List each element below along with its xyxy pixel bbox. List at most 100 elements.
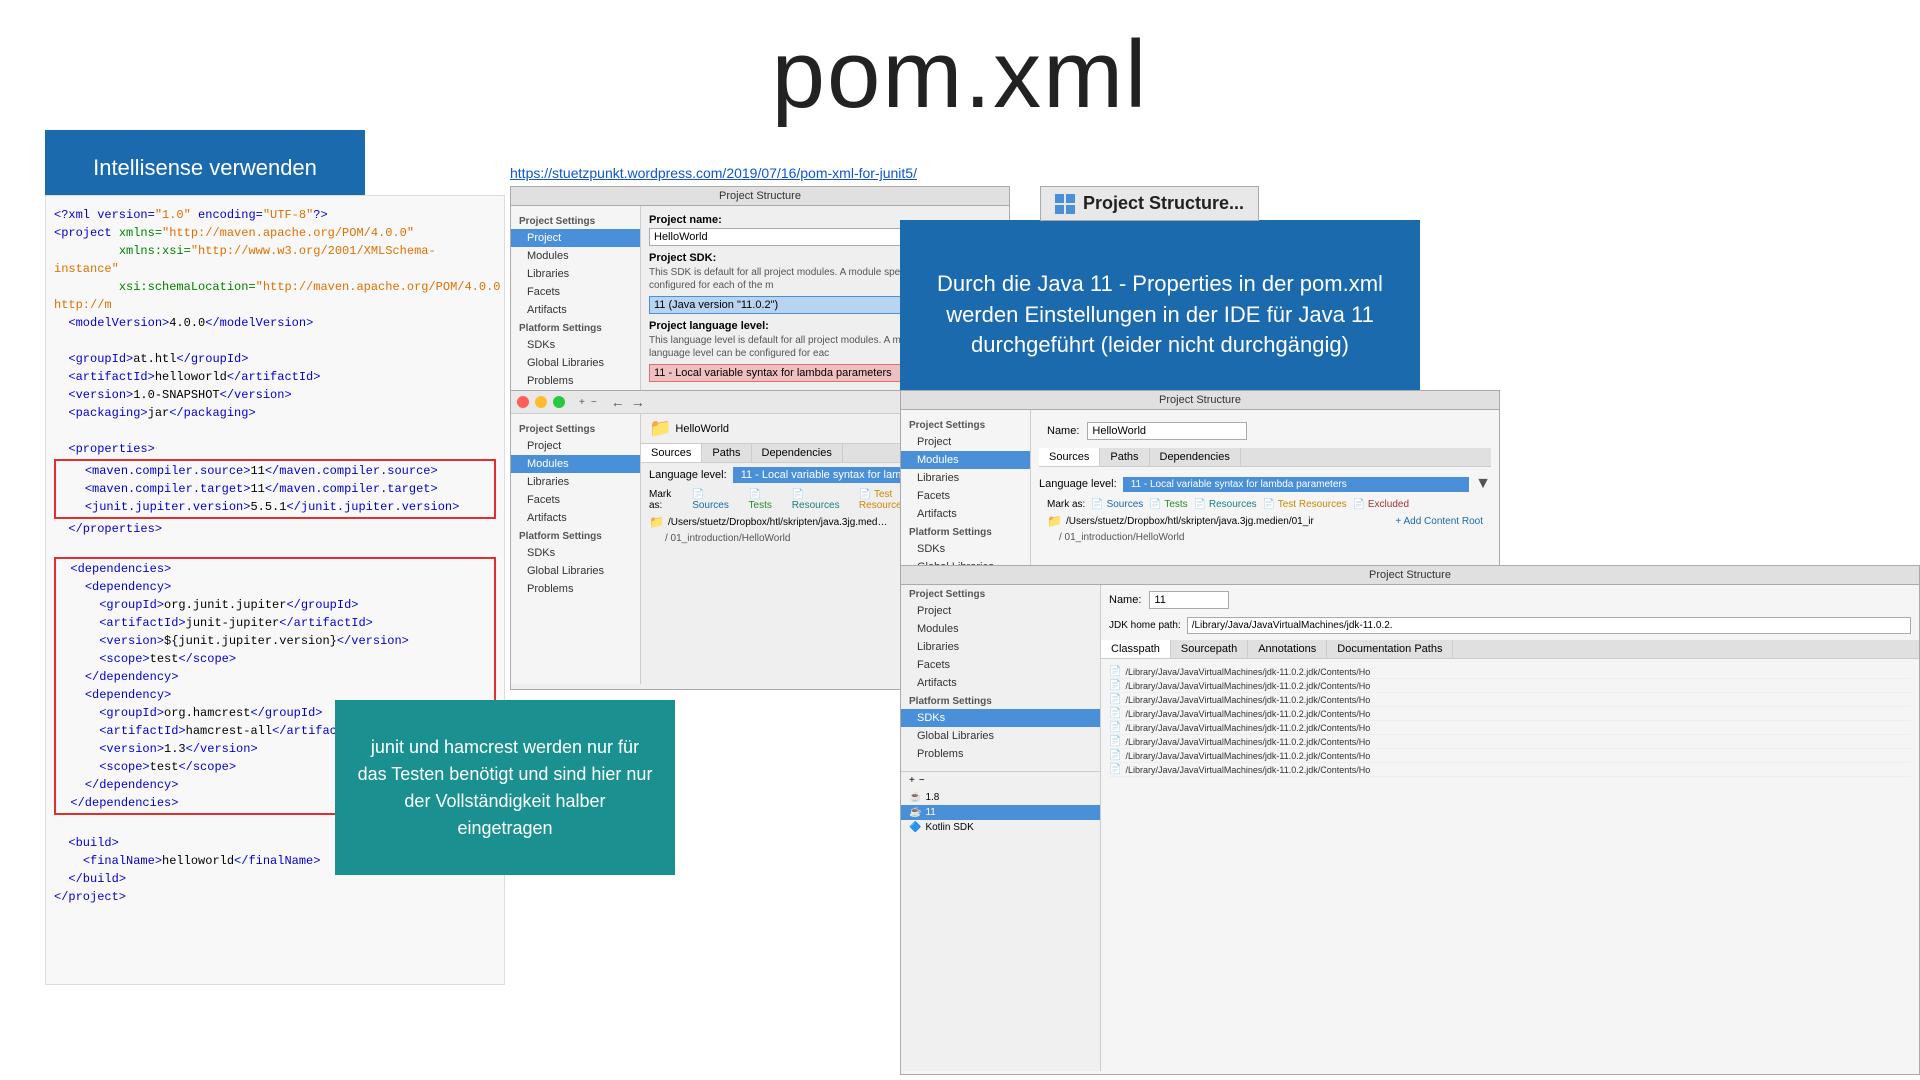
name-label-3: Name: (1047, 425, 1079, 437)
path-item-4: 📄 /Library/Java/JavaVirtualMachines/jdk-… (1109, 707, 1911, 721)
sdk-name-label: Name: (1109, 594, 1141, 606)
sidebar-modules[interactable]: Modules (511, 247, 640, 265)
add-content-root-3[interactable]: + Add Content Root (1395, 516, 1483, 527)
sdk-minus[interactable]: − (919, 775, 925, 786)
sidebar-facets-2[interactable]: Facets (511, 491, 640, 509)
sidebar-project-3[interactable]: Project (901, 433, 1030, 451)
ps-titlebar-1: Project Structure (511, 187, 1009, 206)
mark-tests-3[interactable]: 📄 Tests (1149, 499, 1187, 510)
sidebar-modules-4[interactable]: Modules (901, 620, 1100, 638)
sidebar-libraries-4[interactable]: Libraries (901, 638, 1100, 656)
intellisense-label: Intellisense verwenden (93, 155, 317, 181)
arrow-right[interactable]: → (631, 394, 645, 410)
sidebar-facets-3[interactable]: Facets (901, 487, 1030, 505)
module-tree-icon: 📁 (649, 418, 671, 439)
tab-annotations[interactable]: Annotations (1248, 640, 1327, 658)
project-settings-section-2: Project Settings (511, 420, 640, 437)
tab-deps-3[interactable]: Dependencies (1150, 448, 1241, 466)
sidebar-modules-3[interactable]: Modules (901, 451, 1030, 469)
sidebar-project-2[interactable]: Project (511, 437, 640, 455)
sidebar-problems[interactable]: Problems (511, 372, 640, 390)
tab-paths-3[interactable]: Paths (1100, 448, 1149, 466)
sidebar-facets-4[interactable]: Facets (901, 656, 1100, 674)
lang-val-3[interactable]: 11 - Local variable syntax for lambda pa… (1123, 477, 1469, 492)
arrow-left[interactable]: ← (611, 394, 625, 410)
sdk-plus[interactable]: + (909, 775, 915, 786)
mark-resources-3[interactable]: 📄 Resources (1194, 499, 1257, 510)
sidebar-sdks-3[interactable]: SDKs (901, 540, 1030, 558)
sidebar-problems-4[interactable]: Problems (901, 745, 1100, 763)
sdk-item-1[interactable]: ☕ 1.8 (901, 790, 1100, 805)
sidebar-artifacts-2[interactable]: Artifacts (511, 509, 640, 527)
path-item-6: 📄 /Library/Java/JavaVirtualMachines/jdk-… (1109, 735, 1911, 749)
mark-tests[interactable]: 📄 Tests (749, 489, 786, 511)
path-val-3: /Library/Java/JavaVirtualMachines/jdk-11… (1125, 695, 1370, 705)
sidebar-project-4[interactable]: Project (901, 602, 1100, 620)
mark-sources[interactable]: 📄 Sources (692, 489, 742, 511)
plus-btn[interactable]: + (579, 397, 585, 408)
platform-settings-section-2: Platform Settings (511, 527, 640, 544)
path-icon-3: 📄 (1109, 694, 1121, 705)
path-icon-5: 📄 (1109, 722, 1121, 733)
tab-sources[interactable]: Sources (641, 444, 702, 462)
sidebar-artifacts-4[interactable]: Artifacts (901, 674, 1100, 692)
sdk-label-3: Kotlin SDK (925, 822, 973, 833)
blog-link[interactable]: https://stuetzpunkt.wordpress.com/2019/0… (510, 165, 917, 181)
minimize-btn[interactable] (535, 396, 547, 408)
sidebar-global-libraries-2[interactable]: Global Libraries (511, 562, 640, 580)
ps-title-bar-right: Project Structure... (1040, 186, 1259, 221)
sidebar-libraries-2[interactable]: Libraries (511, 473, 640, 491)
tab-deps[interactable]: Dependencies (752, 444, 843, 462)
callout-text: junit und hamcrest werden nur für das Te… (355, 734, 655, 842)
blue-info-box: Durch die Java 11 - Properties in der po… (900, 220, 1420, 410)
sdk-label-1: 1.8 (925, 792, 939, 803)
sidebar-modules-2[interactable]: Modules (511, 455, 640, 473)
path-item-5: 📄 /Library/Java/JavaVirtualMachines/jdk-… (1109, 721, 1911, 735)
ps-titlebar-3: Project Structure (901, 391, 1499, 410)
mark-as-label-3: Mark as: (1047, 499, 1085, 510)
close-btn[interactable] (517, 396, 529, 408)
sdk-item-3[interactable]: 🔷 Kotlin SDK (901, 820, 1100, 835)
mark-test-res-3[interactable]: 📄 Test Resources (1263, 499, 1347, 510)
sidebar-global-libraries[interactable]: Global Libraries (511, 354, 640, 372)
sidebar-global-libraries-4[interactable]: Global Libraries (901, 727, 1100, 745)
lang-dropdown-icon[interactable]: ▼ (1475, 475, 1491, 493)
sdk-icon-1: ☕ (909, 792, 921, 803)
mark-resources[interactable]: 📄 Resources (792, 489, 853, 511)
platform-settings-section-1: Platform Settings (511, 319, 640, 336)
sidebar-facets[interactable]: Facets (511, 283, 640, 301)
lang-row-3: Language level: 11 - Local variable synt… (1039, 471, 1491, 497)
jdk-path-value[interactable]: /Library/Java/JavaVirtualMachines/jdk-11… (1187, 617, 1911, 634)
path-val-8: /Library/Java/JavaVirtualMachines/jdk-11… (1125, 765, 1370, 775)
sidebar-artifacts[interactable]: Artifacts (511, 301, 640, 319)
sdk-list: + − ☕ 1.8 ☕ 11 🔷 Kotlin SDK (901, 771, 1100, 835)
sdk-item-2[interactable]: ☕ 11 (901, 805, 1100, 820)
tab-paths[interactable]: Paths (702, 444, 751, 462)
sidebar-project[interactable]: Project (511, 229, 640, 247)
sidebar-sdks-2[interactable]: SDKs (511, 544, 640, 562)
sidebar-artifacts-3[interactable]: Artifacts (901, 505, 1030, 523)
folder-icon: 📁 (649, 515, 664, 529)
name-input-3[interactable]: HelloWorld (1087, 422, 1247, 440)
tab-doc-paths[interactable]: Documentation Paths (1327, 640, 1453, 658)
tab-classpath[interactable]: Classpath (1101, 640, 1171, 658)
path-item-3: 📄 /Library/Java/JavaVirtualMachines/jdk-… (1109, 693, 1911, 707)
tab-sourcepath[interactable]: Sourcepath (1171, 640, 1248, 658)
sdk-name-input[interactable]: 11 (1149, 591, 1229, 609)
path-val-4: /Library/Java/JavaVirtualMachines/jdk-11… (1125, 709, 1370, 719)
path-val-7: /Library/Java/JavaVirtualMachines/jdk-11… (1125, 751, 1370, 761)
sidebar-sdks[interactable]: SDKs (511, 336, 640, 354)
sidebar-sdks-4[interactable]: SDKs (901, 709, 1100, 727)
sidebar-libraries[interactable]: Libraries (511, 265, 640, 283)
minus-btn[interactable]: − (591, 397, 597, 408)
path-val-6: /Library/Java/JavaVirtualMachines/jdk-11… (1125, 737, 1370, 747)
path-item-8: 📄 /Library/Java/JavaVirtualMachines/jdk-… (1109, 763, 1911, 777)
lang-level-label: Language level: (649, 469, 727, 481)
mark-sources-3[interactable]: 📄 Sources (1091, 499, 1143, 510)
mark-excluded-3[interactable]: 📄 Excluded (1353, 499, 1409, 510)
sidebar-problems-2[interactable]: Problems (511, 580, 640, 598)
maximize-btn[interactable] (553, 396, 565, 408)
tab-sources-3[interactable]: Sources (1039, 448, 1100, 466)
sidebar-libraries-3[interactable]: Libraries (901, 469, 1030, 487)
win4-body: Project Settings Project Modules Librari… (901, 585, 1919, 1071)
